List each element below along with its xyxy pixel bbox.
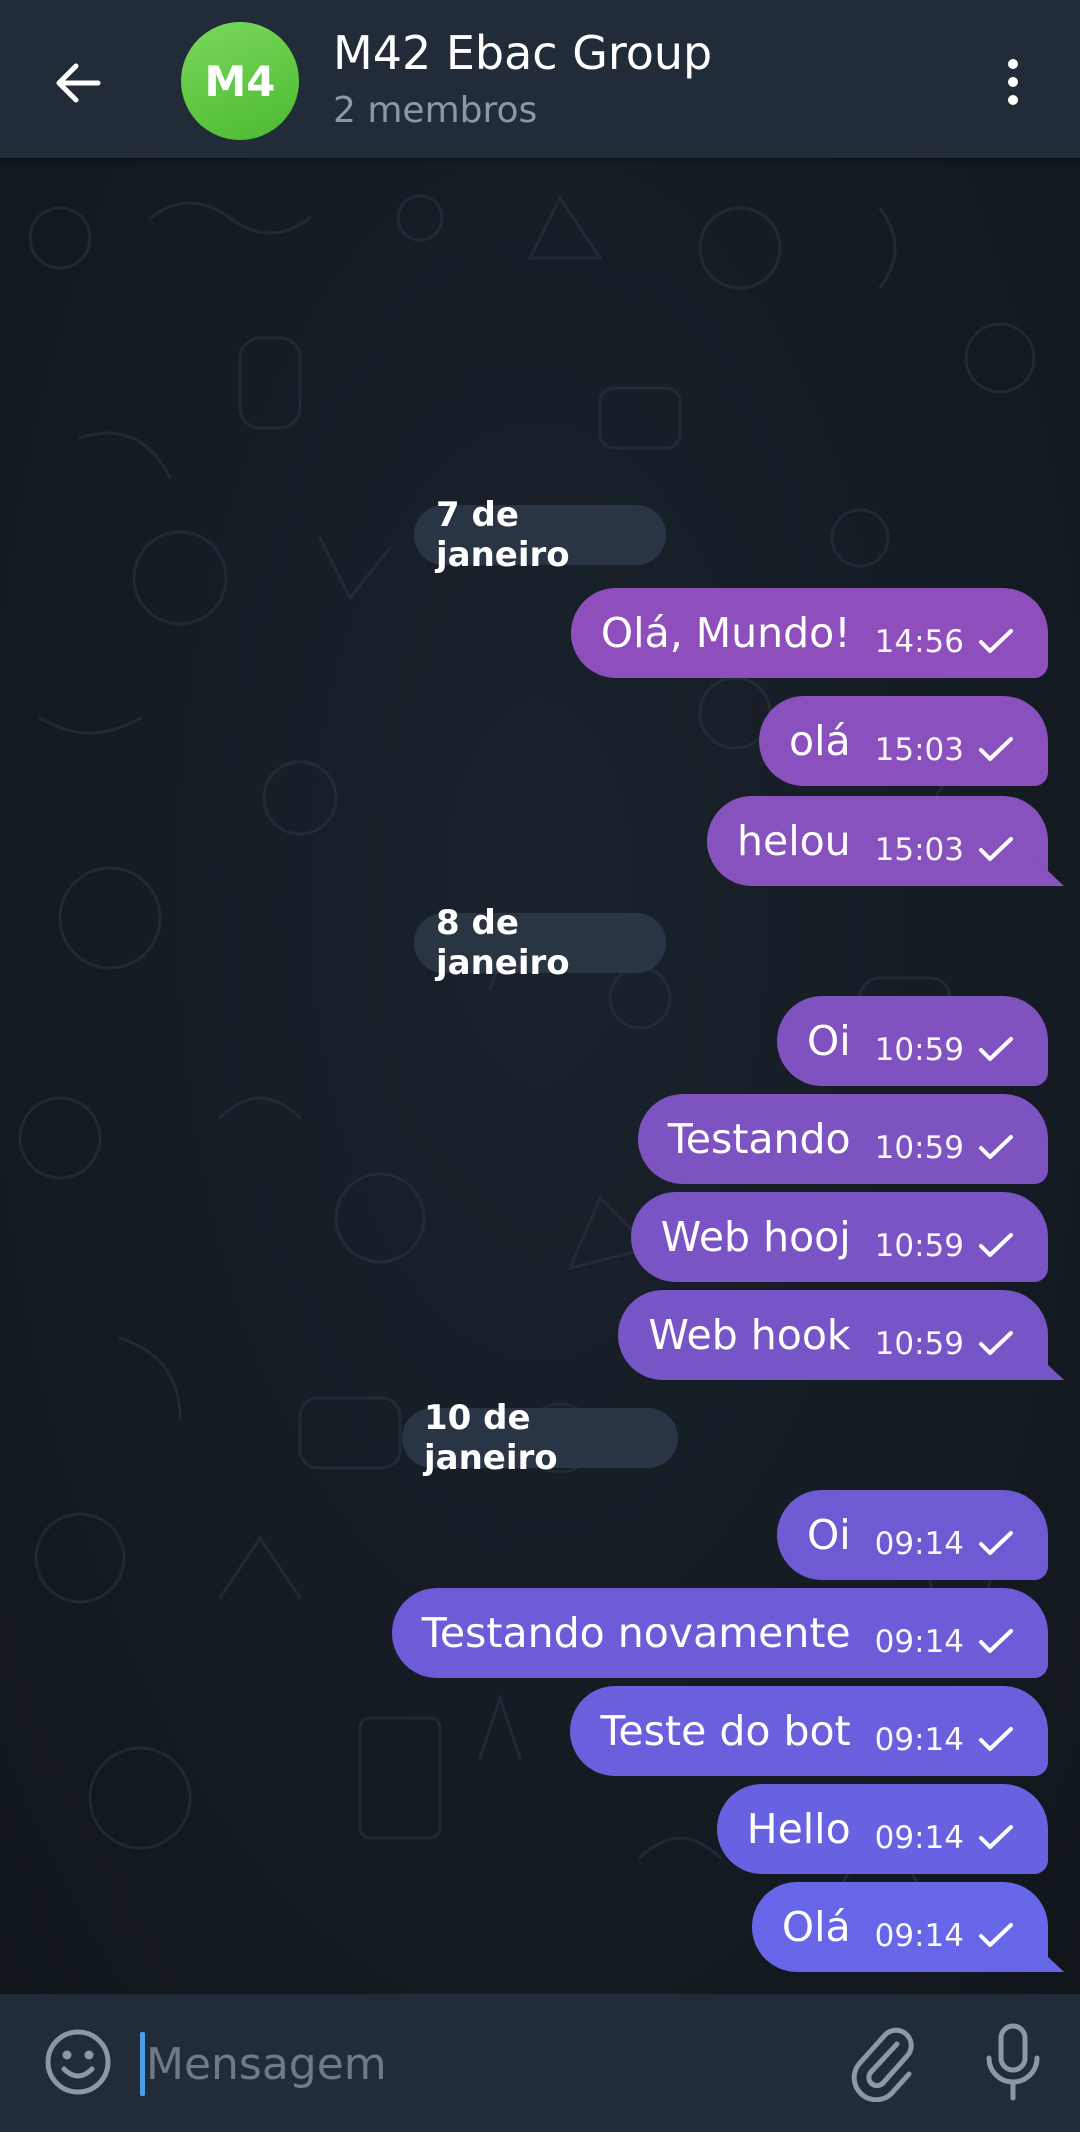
message-time: 10:59: [874, 1228, 964, 1264]
check-icon: [979, 1233, 1013, 1257]
message-bubble[interactable]: helou 15:03: [706, 796, 1048, 886]
microphone-icon: [986, 2023, 1040, 2101]
message-bubble[interactable]: Hello 09:14: [716, 1784, 1048, 1874]
message-bubble[interactable]: Oi 09:14: [776, 1490, 1048, 1580]
message-text: Olá, Mundo!: [600, 609, 851, 657]
message-time: 15:03: [874, 832, 964, 868]
message-input[interactable]: [146, 2024, 806, 2104]
check-icon: [979, 1923, 1013, 1947]
check-icon: [979, 1825, 1013, 1849]
message-text: Hello: [746, 1805, 851, 1853]
message-text: Testando novamente: [421, 1609, 851, 1657]
message-time: 09:14: [874, 1722, 964, 1758]
message-bubble[interactable]: Testando novamente 09:14: [391, 1588, 1048, 1678]
message-time: 10:59: [874, 1326, 964, 1362]
message-text: Oi: [806, 1511, 851, 1559]
check-icon: [979, 737, 1013, 761]
message-list[interactable]: 7 de janeiro Olá, Mundo! 14:56 olá 15:03…: [0, 158, 1080, 1994]
message-bubble[interactable]: Teste do bot 09:14: [570, 1686, 1048, 1776]
message-bubble[interactable]: Olá, Mundo! 14:56: [570, 588, 1048, 678]
check-icon: [979, 1727, 1013, 1751]
message-text: olá: [789, 717, 851, 765]
chat-title[interactable]: M42 Ebac Group: [333, 26, 712, 80]
message-bubble[interactable]: Web hooj 10:59: [630, 1192, 1048, 1282]
paperclip-icon: [851, 2027, 914, 2103]
check-icon: [979, 1629, 1013, 1653]
message-text: Olá: [781, 1903, 851, 1951]
message-bubble[interactable]: olá 15:03: [759, 696, 1048, 786]
arrow-left-icon: [56, 63, 101, 103]
message-text: Testando: [667, 1115, 851, 1163]
message-bubble[interactable]: Olá 09:14: [751, 1882, 1048, 1972]
check-icon: [979, 629, 1013, 653]
message-bubble[interactable]: Testando 10:59: [637, 1094, 1048, 1184]
voice-message-button[interactable]: [975, 2020, 1051, 2104]
message-bubble[interactable]: Oi 10:59: [776, 996, 1048, 1086]
check-icon: [979, 1331, 1013, 1355]
more-options-button[interactable]: [985, 50, 1041, 114]
message-time: 09:14: [874, 1624, 964, 1660]
text-caret: [140, 2032, 145, 2096]
date-separator: 7 de janeiro: [414, 495, 666, 575]
date-separator: 10 de janeiro: [402, 1398, 678, 1478]
emoji-icon: [45, 2029, 111, 2095]
message-time: 10:59: [874, 1032, 964, 1068]
message-text: Oi: [806, 1017, 851, 1065]
message-text: helou: [736, 817, 851, 865]
back-button[interactable]: [40, 45, 116, 121]
message-bubble[interactable]: Web hook 10:59: [618, 1290, 1048, 1380]
message-time: 09:14: [874, 1918, 964, 1954]
check-icon: [979, 1531, 1013, 1555]
chat-header: M4 M42 Ebac Group 2 membros: [0, 0, 1080, 158]
message-text: Teste do bot: [600, 1707, 851, 1755]
message-composer: [0, 1994, 1080, 2132]
chat-subtitle: 2 membros: [333, 90, 538, 131]
date-separator: 8 de janeiro: [414, 903, 666, 983]
message-text: Web hook: [648, 1311, 851, 1359]
emoji-button[interactable]: [40, 2024, 116, 2100]
message-time: 15:03: [874, 732, 964, 768]
message-time: 09:14: [874, 1526, 964, 1562]
check-icon: [979, 1135, 1013, 1159]
message-time: 14:56: [874, 624, 964, 660]
message-text: Web hooj: [660, 1213, 851, 1261]
message-time: 10:59: [874, 1130, 964, 1166]
check-icon: [979, 837, 1013, 861]
more-vertical-icon: [1008, 59, 1018, 69]
check-icon: [979, 1037, 1013, 1061]
message-time: 09:14: [874, 1820, 964, 1856]
attach-button[interactable]: [845, 2022, 921, 2103]
group-avatar[interactable]: M4: [181, 22, 299, 140]
